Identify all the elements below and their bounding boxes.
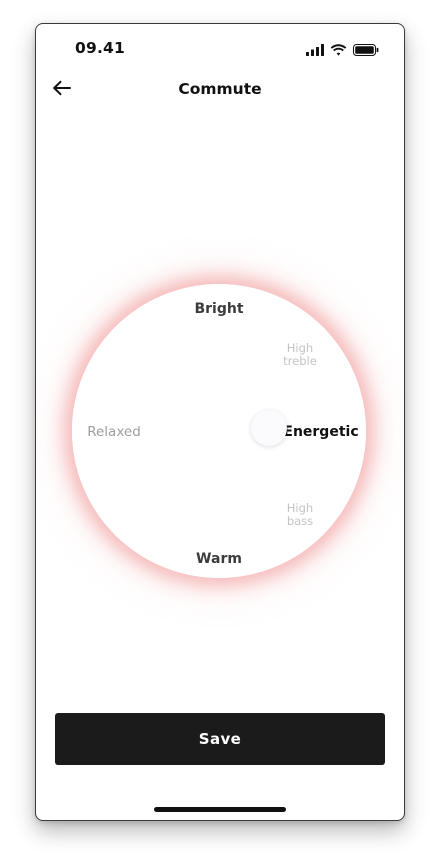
cellular-signal-icon <box>306 41 324 60</box>
screen: 09.41 Commute Bright High treble Relaxed… <box>0 0 438 866</box>
phone-frame: 09.41 Commute Bright High treble Relaxed… <box>35 23 405 821</box>
sound-wheel[interactable]: Bright High treble Relaxed Energetic Hig… <box>72 284 366 578</box>
wifi-icon <box>330 41 347 60</box>
status-time: 09.41 <box>75 39 126 57</box>
wheel-label-energetic: Energetic <box>283 424 359 440</box>
wheel-handle[interactable] <box>251 410 287 446</box>
page-title: Commute <box>178 80 262 98</box>
home-indicator <box>154 807 286 812</box>
save-button[interactable]: Save <box>55 713 385 765</box>
wheel-label-high-bass: High bass <box>286 501 314 528</box>
wheel-label-relaxed: Relaxed <box>87 424 141 440</box>
wheel-label-bright: Bright <box>194 301 244 317</box>
wheel-label-high-treble: High treble <box>283 341 317 368</box>
status-icons <box>306 41 379 60</box>
wheel-label-warm: Warm <box>196 551 242 567</box>
battery-icon <box>353 41 379 60</box>
